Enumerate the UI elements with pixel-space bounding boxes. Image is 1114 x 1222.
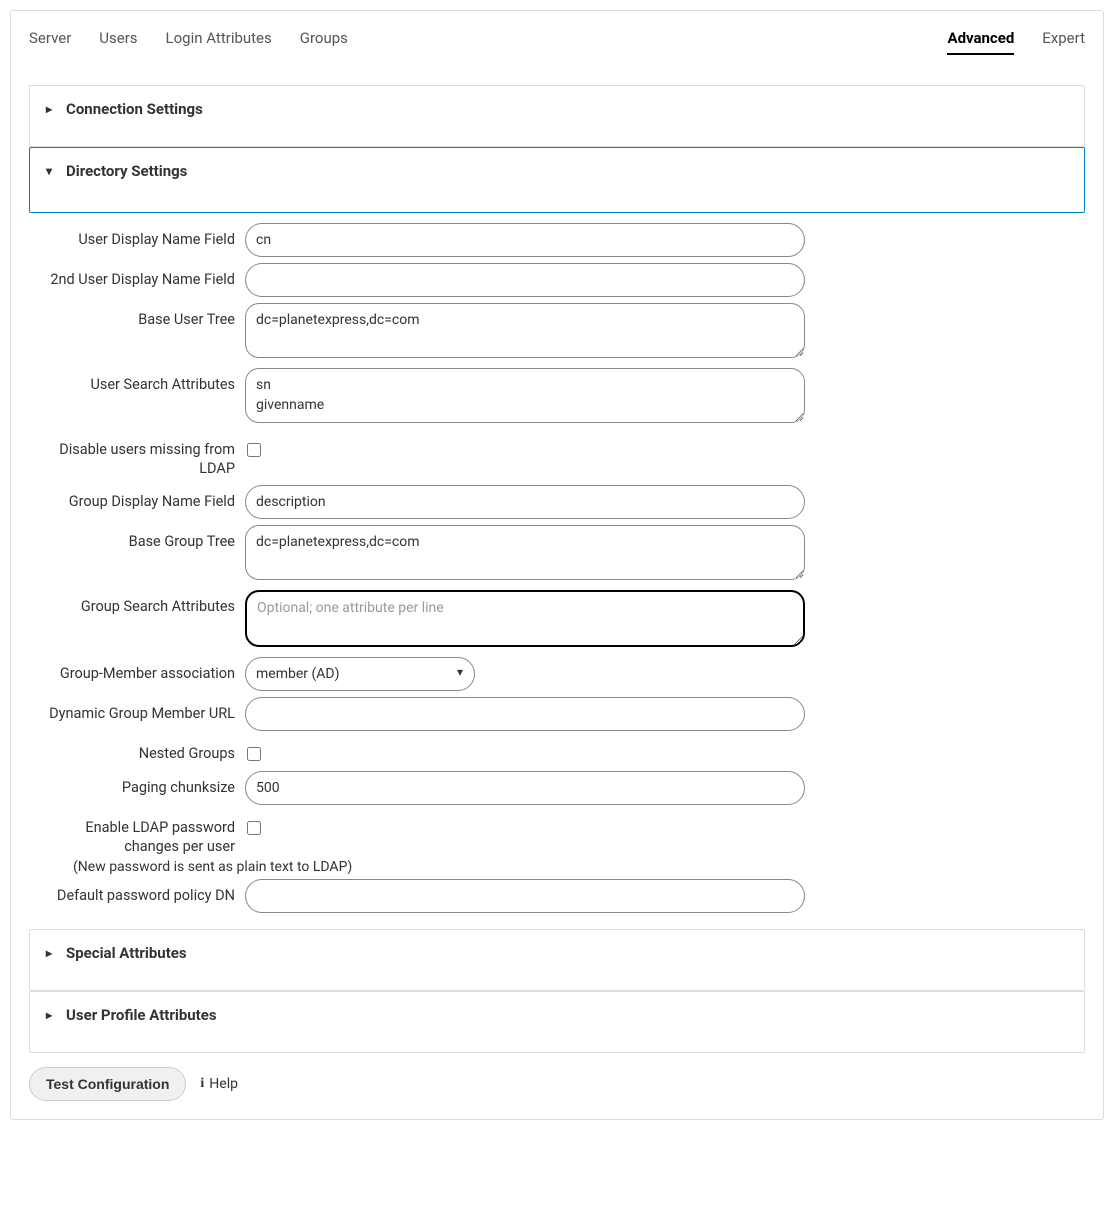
section-connection-settings: ▸ Connection Settings [29, 85, 1085, 147]
test-configuration-button[interactable]: Test Configuration [29, 1067, 186, 1101]
section-directory-settings: ▾ Directory Settings [29, 147, 1085, 213]
label-paging-chunksize: Paging chunksize [45, 771, 245, 798]
input-group-display-name[interactable] [245, 485, 805, 519]
section-special-title: Special Attributes [66, 944, 187, 962]
caret-down-icon: ▾ [46, 164, 56, 178]
label-dynamic-group-url: Dynamic Group Member URL [45, 697, 245, 724]
checkbox-disable-missing-users[interactable] [247, 443, 261, 457]
caret-right-icon: ▸ [46, 1008, 56, 1022]
section-user-profile-attributes: ▸ User Profile Attributes [29, 991, 1085, 1053]
section-directory-header[interactable]: ▾ Directory Settings [46, 162, 1068, 180]
section-special-header[interactable]: ▸ Special Attributes [46, 944, 1068, 962]
textarea-base-user-tree[interactable] [245, 303, 805, 358]
textarea-base-group-tree[interactable] [245, 525, 805, 580]
caret-right-icon: ▸ [46, 102, 56, 116]
label-base-user-tree: Base User Tree [45, 303, 245, 330]
caret-right-icon: ▸ [46, 946, 56, 960]
section-user-profile-title: User Profile Attributes [66, 1006, 217, 1024]
help-link[interactable]: i Help [200, 1076, 238, 1092]
input-user-display-name-2[interactable] [245, 263, 805, 297]
tab-users[interactable]: Users [99, 29, 137, 55]
label-nested-groups: Nested Groups [45, 737, 245, 764]
label-default-pwd-policy: Default password policy DN [45, 879, 245, 906]
section-special-attributes: ▸ Special Attributes [29, 929, 1085, 991]
directory-settings-body: User Display Name Field 2nd User Display… [29, 213, 1085, 913]
helper-enable-ldap-pwd: (New password is sent as plain text to L… [45, 859, 1069, 875]
select-group-member-assoc[interactable]: member (AD) [245, 657, 475, 691]
info-icon: i [200, 1076, 204, 1092]
label-user-display-name: User Display Name Field [45, 223, 245, 250]
label-enable-ldap-pwd: Enable LDAP password changes per user [45, 811, 245, 857]
footer-actions: Test Configuration i Help [29, 1067, 1085, 1101]
label-group-member-assoc: Group-Member association [45, 657, 245, 684]
checkbox-enable-ldap-pwd[interactable] [247, 821, 261, 835]
input-user-display-name[interactable] [245, 223, 805, 257]
help-label: Help [209, 1076, 238, 1092]
section-directory-title: Directory Settings [66, 162, 187, 180]
section-connection-header[interactable]: ▸ Connection Settings [46, 100, 1068, 118]
textarea-user-search-attributes[interactable] [245, 368, 805, 423]
tab-groups[interactable]: Groups [300, 29, 348, 55]
tab-expert[interactable]: Expert [1042, 29, 1085, 55]
label-group-display-name: Group Display Name Field [45, 485, 245, 512]
checkbox-nested-groups[interactable] [247, 747, 261, 761]
input-default-pwd-policy[interactable] [245, 879, 805, 913]
label-user-display-name-2: 2nd User Display Name Field [45, 263, 245, 290]
input-paging-chunksize[interactable] [245, 771, 805, 805]
tab-advanced[interactable]: Advanced [947, 29, 1014, 55]
input-dynamic-group-url[interactable] [245, 697, 805, 731]
label-disable-missing-users: Disable users missing from LDAP [45, 433, 245, 479]
tab-login-attributes[interactable]: Login Attributes [166, 29, 272, 55]
tab-server[interactable]: Server [29, 29, 71, 55]
section-connection-title: Connection Settings [66, 100, 203, 118]
label-user-search-attributes: User Search Attributes [45, 368, 245, 395]
section-user-profile-header[interactable]: ▸ User Profile Attributes [46, 1006, 1068, 1024]
textarea-group-search-attributes[interactable] [245, 590, 805, 647]
label-base-group-tree: Base Group Tree [45, 525, 245, 552]
top-tabs: Server Users Login Attributes Groups Adv… [29, 29, 1085, 55]
label-group-search-attributes: Group Search Attributes [45, 590, 245, 617]
